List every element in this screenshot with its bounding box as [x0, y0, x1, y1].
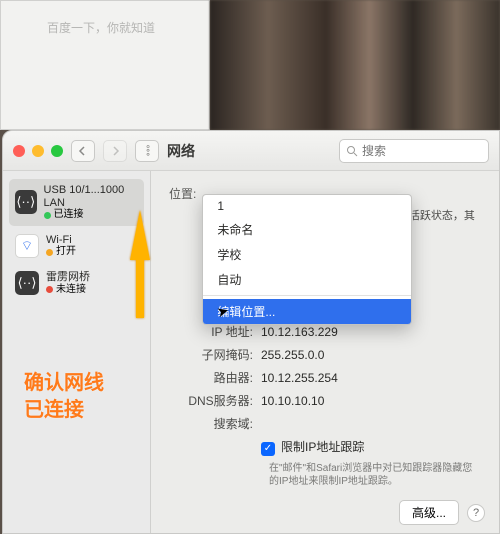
sidebar-item-wifi[interactable]: ⌔ Wi-Fi 打开 [9, 229, 144, 263]
edit-locations-menu-item[interactable]: 编辑位置... ➤ [203, 299, 411, 324]
network-preferences-window: 𐄛 网络 ⟨··⟩ USB 10/1...1000 LAN 已连接 ⌔ Wi-F… [2, 130, 500, 534]
interface-name: Wi-Fi [46, 234, 76, 247]
search-icon [346, 145, 358, 157]
back-button[interactable] [71, 140, 95, 162]
show-all-button[interactable]: 𐄛 [135, 140, 159, 162]
window-title: 网络 [167, 141, 195, 161]
ip-address-value: 10.12.163.229 [261, 325, 338, 339]
window-controls [13, 145, 63, 157]
location-dropdown-menu: 1 未命名 学校 自动 编辑位置... ➤ [202, 194, 412, 325]
status-dot-on [46, 249, 53, 256]
annotation-arrow [130, 210, 150, 260]
location-option[interactable]: 学校 [203, 242, 411, 267]
subnet-mask-label: 子网掩码: [169, 346, 261, 363]
status-dot-connected [44, 212, 51, 219]
limit-ip-tracking-hint: 在"邮件"和Safari浏览器中对已知跟踪器隐藏您的IP地址来限制IP地址跟踪。 [269, 462, 481, 489]
advanced-button[interactable]: 高级... [399, 500, 459, 525]
browser-search-hint: 百度一下，你就知道 [47, 19, 155, 36]
ip-address-label: IP 地址: [169, 323, 261, 340]
location-label: 位置: [169, 185, 196, 202]
sidebar-item-thunderbolt-bridge[interactable]: ⟨··⟩ 雷雳网桥 未连接 [9, 266, 144, 300]
limit-ip-tracking-row[interactable]: ✓限制IP地址跟踪 [261, 438, 364, 456]
subnet-mask-value: 255.255.0.0 [261, 348, 324, 362]
interface-name: USB 10/1...1000 LAN [44, 184, 138, 209]
menu-separator [203, 295, 411, 296]
interface-name: 雷雳网桥 [46, 271, 90, 284]
zoom-button[interactable] [51, 145, 63, 157]
location-option[interactable]: 未命名 [203, 217, 411, 242]
search-field[interactable] [339, 139, 489, 163]
forward-button[interactable] [103, 140, 127, 162]
router-label: 路由器: [169, 369, 261, 386]
checkbox-checked-icon[interactable]: ✓ [261, 442, 275, 456]
dns-value: 10.10.10.10 [261, 394, 324, 408]
search-input[interactable] [362, 144, 472, 158]
location-option[interactable]: 1 [203, 195, 411, 217]
close-button[interactable] [13, 145, 25, 157]
minimize-button[interactable] [32, 145, 44, 157]
router-value: 10.12.255.254 [261, 371, 338, 385]
search-domain-label: 搜索域: [169, 415, 261, 432]
ethernet-icon: ⟨··⟩ [15, 190, 37, 214]
status-dot-disconnected [46, 286, 53, 293]
desktop-wallpaper [210, 0, 500, 130]
titlebar: 𐄛 网络 [3, 131, 499, 171]
sidebar-item-usb-lan[interactable]: ⟨··⟩ USB 10/1...1000 LAN 已连接 [9, 179, 144, 226]
background-browser-window: 百度一下，你就知道 [0, 0, 210, 130]
content-pane: 位置: 1 未命名 学校 自动 编辑位置... ➤ "当前处于 [151, 171, 499, 533]
help-button[interactable]: ? [467, 504, 485, 522]
thunderbolt-icon: ⟨··⟩ [15, 271, 39, 295]
dns-label: DNS服务器: [169, 392, 261, 409]
wifi-icon: ⌔ [15, 234, 39, 258]
location-option[interactable]: 自动 [203, 267, 411, 292]
interface-sidebar: ⟨··⟩ USB 10/1...1000 LAN 已连接 ⌔ Wi-Fi 打开 … [3, 171, 151, 533]
